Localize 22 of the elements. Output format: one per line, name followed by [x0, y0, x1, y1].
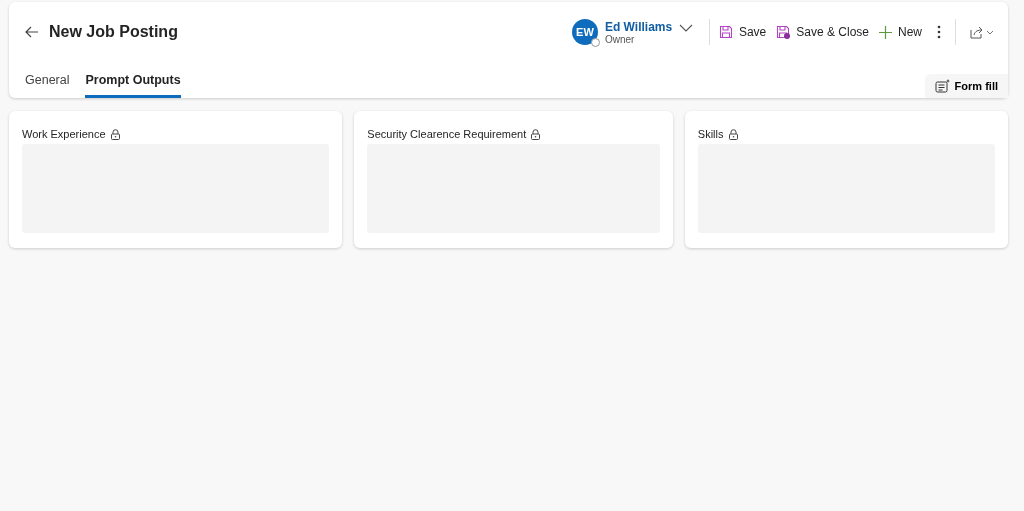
command-button[interactable]: New	[874, 21, 927, 43]
save-icon	[776, 25, 791, 39]
form-fill-button[interactable]: Form fill	[924, 74, 1008, 98]
owner-role: Owner	[604, 33, 636, 45]
presence-icon	[590, 38, 600, 47]
page-title: New Job Posting	[49, 23, 178, 41]
command-button[interactable]: Save	[713, 21, 772, 43]
form-fill-icon	[934, 79, 950, 93]
owner-name[interactable]: Ed Williams	[604, 19, 675, 34]
chevron-down-icon[interactable]	[678, 24, 693, 32]
tab[interactable]: Prompt Outputs	[85, 73, 181, 98]
tab[interactable]: General	[25, 73, 70, 98]
save-icon	[718, 25, 733, 39]
share-icon[interactable]	[970, 25, 994, 39]
command-button[interactable]: Save & Close	[771, 21, 874, 43]
plus-icon	[879, 25, 892, 39]
back-arrow-icon[interactable]	[25, 26, 39, 38]
field-label: Work Experience	[22, 128, 106, 140]
avatar[interactable]: EW	[571, 19, 598, 45]
field-label: Skills	[697, 128, 724, 140]
more-icon[interactable]	[937, 25, 941, 39]
field-label: Security Clearence Requirement	[367, 128, 527, 140]
